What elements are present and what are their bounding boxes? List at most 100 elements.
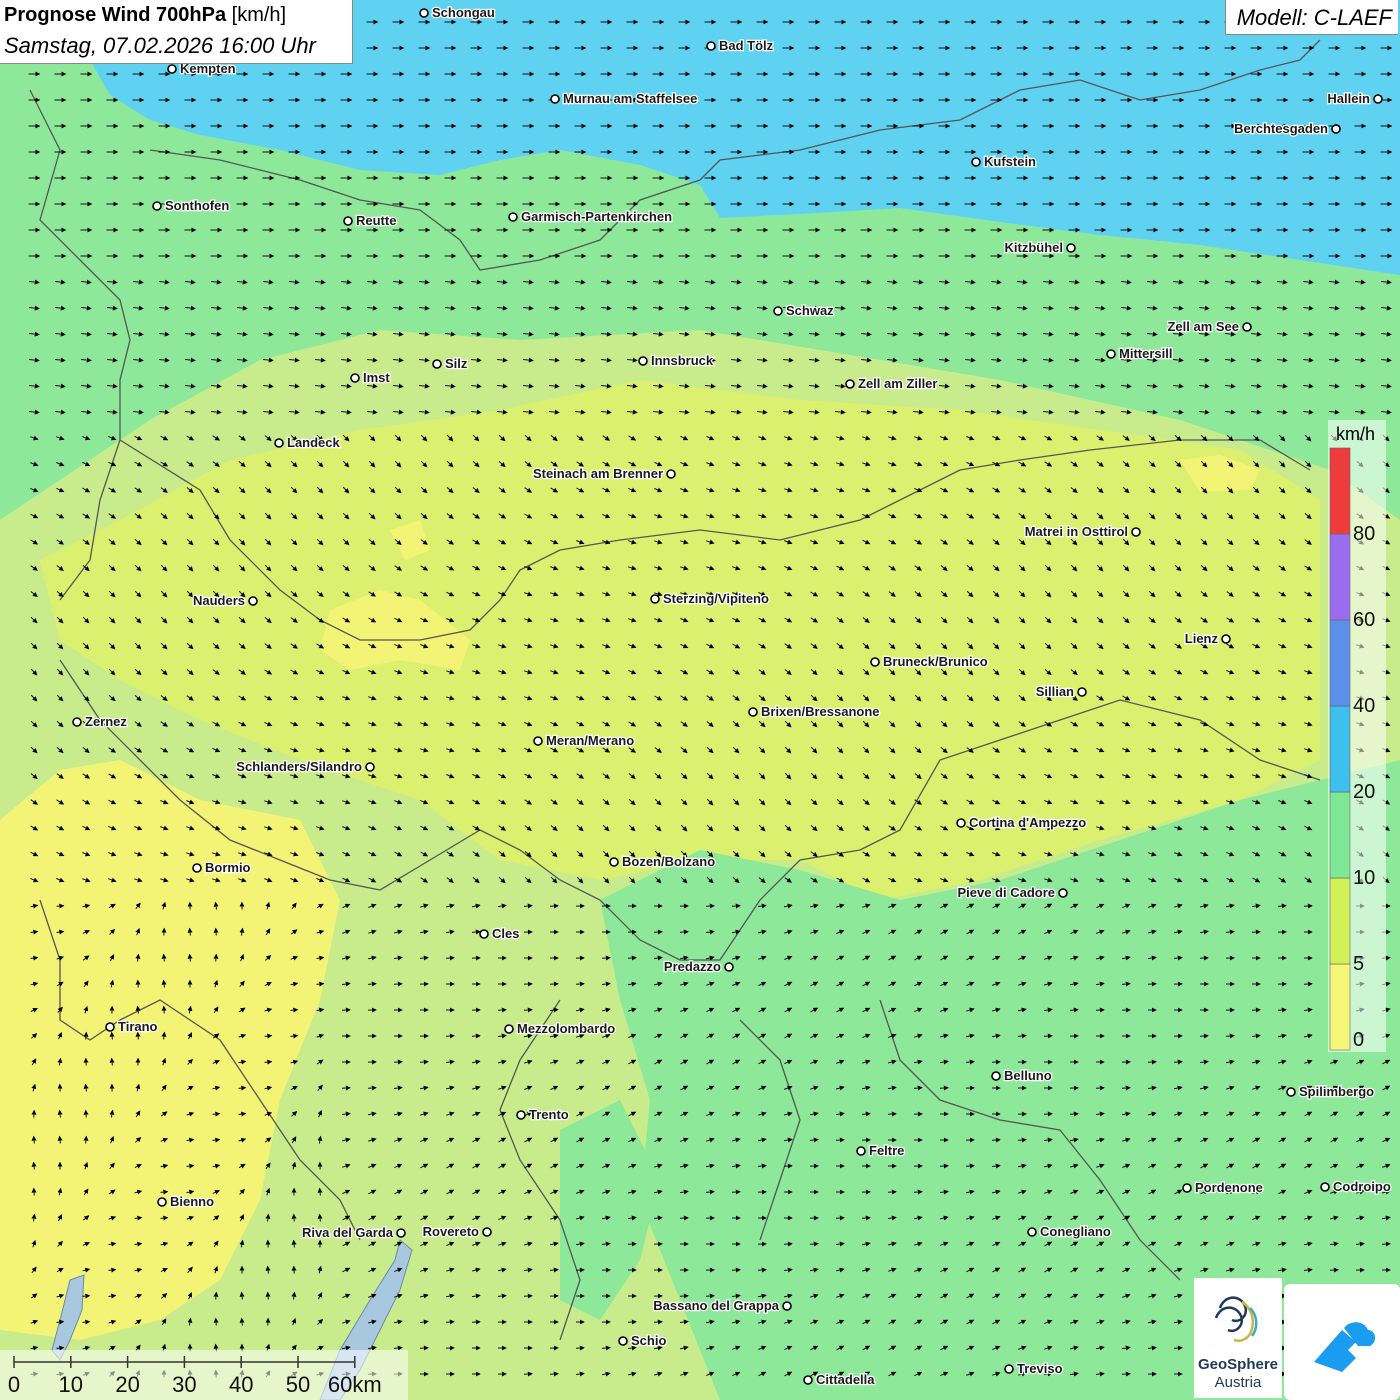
city-marker [482, 1227, 492, 1237]
wind-arrow [83, 1109, 89, 1118]
city-marker [350, 373, 360, 383]
color-legend: km/h 0 5 10 20 40 60 80 [1328, 420, 1386, 1052]
scale-label: 10 [59, 1372, 83, 1397]
city-label: Codroipo [1333, 1179, 1391, 1194]
city-label: Matrei in Osttirol [1025, 524, 1128, 539]
city-marker [343, 216, 353, 226]
city-label: Bozen/Bolzano [622, 854, 715, 869]
city-label: Steinach am Brenner [533, 466, 663, 481]
city-marker [870, 657, 880, 667]
wind-arrow [213, 1291, 219, 1300]
city-marker [419, 8, 429, 18]
wind-arrow [31, 1135, 37, 1144]
wind-arrow [679, 929, 689, 935]
city-marker [1027, 1227, 1037, 1237]
city-marker [803, 1375, 813, 1385]
scale-label: 20 [115, 1372, 139, 1397]
wind-arrow [1277, 1007, 1287, 1013]
city-label: Sonthofen [165, 198, 229, 213]
city-marker [845, 379, 855, 389]
legend-label: 40 [1353, 695, 1375, 717]
wind-arrow [1173, 1059, 1183, 1065]
wind-arrow [83, 1031, 89, 1040]
legend-segment [1329, 447, 1351, 535]
city-label: Bad Tölz [719, 38, 774, 53]
geosphere-logo: GeoSphere Austria [1194, 1278, 1282, 1398]
city-label: Pieve di Cadore [957, 885, 1055, 900]
city-label: Nauders [193, 593, 245, 608]
wind-arrow [913, 1189, 923, 1195]
city-label: Innsbruck [651, 353, 714, 368]
city-marker [650, 594, 660, 604]
legend-label: 60 [1353, 609, 1375, 631]
city-marker [157, 1197, 167, 1207]
legend-colorbar: 0 5 10 20 40 60 80 [1329, 447, 1375, 1051]
weather-app-icon [1314, 1322, 1376, 1372]
city-label: Feltre [869, 1143, 904, 1158]
geosphere-name: GeoSphere [1197, 1356, 1279, 1373]
city-label: Kitzbühel [1005, 240, 1064, 255]
city-marker [192, 863, 202, 873]
city-marker [105, 1022, 115, 1032]
city-label: Lienz [1185, 631, 1219, 646]
legend-label: 5 [1353, 953, 1364, 975]
city-marker [167, 64, 177, 74]
city-marker [1221, 634, 1231, 644]
wind-arrow [601, 1345, 611, 1351]
wind-arrow [213, 927, 219, 936]
wind-arrow [1017, 1137, 1027, 1143]
city-marker [748, 707, 758, 717]
city-marker [1373, 94, 1383, 104]
title-unit: [km/h] [226, 4, 287, 26]
city-label: Rovereto [423, 1224, 479, 1239]
city-marker [533, 736, 543, 746]
wind-arrow [83, 1135, 89, 1144]
city-marker [152, 201, 162, 211]
city-label: Bruneck/Brunico [883, 654, 988, 669]
city-marker [706, 41, 716, 51]
geosphere-emblem-icon [1214, 1296, 1258, 1342]
city-label: Bassano del Grappa [653, 1298, 779, 1313]
city-marker [638, 356, 648, 366]
wind-arrow [265, 1291, 271, 1300]
city-label: Riva del Garda [302, 1225, 394, 1240]
wind-arrow [213, 953, 219, 962]
city-marker [1182, 1183, 1192, 1193]
scale-bar: 0 10 20 30 40 50 60km [0, 1350, 408, 1400]
city-marker [1066, 243, 1076, 253]
wind-arrow [1121, 1085, 1131, 1091]
city-label: Zernez [85, 714, 127, 729]
wind-arrow [161, 953, 167, 962]
city-marker [856, 1146, 866, 1156]
legend-segment [1329, 533, 1351, 621]
city-label: Treviso [1017, 1361, 1063, 1376]
wind-map[interactable]: SchongauBad TölzKemptenMurnau am Staffel… [0, 0, 1400, 1400]
city-label: Schio [631, 1333, 666, 1348]
wind-arrow [549, 1371, 559, 1377]
wind-arrow [757, 1267, 767, 1273]
city-label: Schlanders/Silandro [236, 759, 362, 774]
city-label: Pordenone [1195, 1180, 1263, 1195]
city-label: Cles [492, 926, 519, 941]
city-marker [508, 212, 518, 222]
city-label: Silz [445, 356, 468, 371]
legend-segment [1329, 963, 1351, 1051]
app-logo[interactable] [1284, 1284, 1400, 1400]
city-marker [1131, 527, 1141, 537]
city-label: Reutte [356, 213, 396, 228]
scale-bar-graphic: 0 10 20 30 40 50 60km [8, 1356, 382, 1397]
map-title-box: Prognose Wind 700hPa [km/h] Samstag, 07.… [0, 0, 353, 64]
wind-arrow [419, 1059, 429, 1065]
city-label: Cortina d'Ampezzo [969, 815, 1086, 830]
legend-segment [1329, 791, 1351, 879]
wind-arrow [291, 1213, 297, 1222]
wind-arrow [705, 1293, 715, 1299]
wind-arrow [809, 1241, 819, 1247]
legend-label: 0 [1353, 1029, 1364, 1051]
city-label: Mezzolombardo [517, 1021, 615, 1036]
wind-arrow [367, 1085, 377, 1091]
wind-arrow [1225, 1033, 1235, 1039]
city-marker [516, 1110, 526, 1120]
city-marker [550, 94, 560, 104]
city-marker [396, 1228, 406, 1238]
